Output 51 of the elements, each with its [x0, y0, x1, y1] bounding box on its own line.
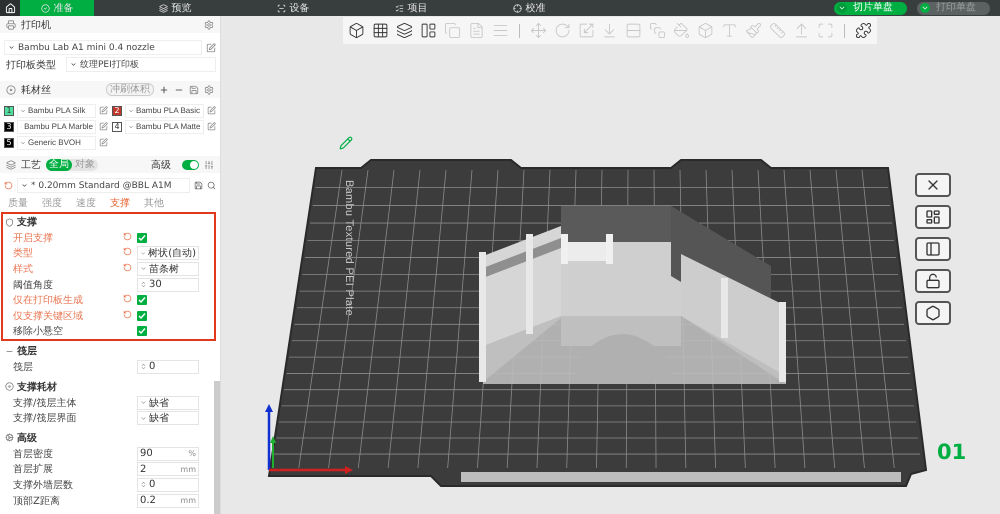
- filament-number: 3: [4, 122, 14, 132]
- input-field[interactable]: 90 %: [137, 446, 199, 461]
- setting-label: 支撑/筏层主体: [13, 396, 78, 410]
- section-title: 高级: [17, 431, 37, 445]
- filament-select[interactable]: Bambu PLA Marble: [17, 120, 96, 134]
- setting-label: 阈值角度: [13, 278, 54, 292]
- filament-select[interactable]: Bambu PLA Basic: [125, 104, 204, 118]
- dropdown[interactable]: 树状(自动): [137, 246, 199, 260]
- dropdown[interactable]: 苗条树: [137, 262, 199, 276]
- section-title: 筏层: [17, 344, 37, 358]
- setting-label: 筏层: [13, 360, 34, 374]
- setting-label: 仅支撑关键区域: [13, 310, 84, 323]
- section-title: 支撑耗材: [17, 380, 57, 394]
- filament-select[interactable]: Bambu PLA Silk: [17, 104, 96, 118]
- filament-number: 2: [112, 106, 122, 116]
- field-label: 打印板类型: [5, 58, 57, 72]
- nav-tab[interactable]: 校准: [492, 0, 566, 16]
- section-title: 工艺: [21, 158, 41, 172]
- number-field[interactable]: 0: [137, 360, 199, 374]
- plate-label: Bambu Textured PEI Plate: [343, 180, 355, 316]
- section-title: 耗材丝: [21, 84, 51, 96]
- setting-label: 类型: [13, 246, 34, 260]
- setting-label: 首层扩展: [13, 462, 54, 476]
- dropdown[interactable]: 缺省: [137, 396, 199, 410]
- nav-tab[interactable]: 项目: [374, 0, 448, 16]
- number-field[interactable]: 30: [137, 278, 199, 292]
- setting-label: 移除小悬空: [13, 324, 64, 338]
- filament-number: 4: [112, 122, 122, 132]
- setting-label: 顶部Z距离: [13, 494, 61, 508]
- setting-label: 首层密度: [13, 448, 54, 461]
- setting-label: 样式: [13, 262, 34, 276]
- filament-select[interactable]: Generic BVOH: [17, 136, 96, 150]
- filament-select[interactable]: Bambu PLA Matte: [125, 120, 204, 134]
- setting-label: 开启支撑: [13, 232, 54, 245]
- section-title: 支撑: [17, 216, 37, 229]
- dropdown[interactable]: 缺省: [137, 411, 199, 426]
- plate-type-select[interactable]: 纹理PEI打印板: [66, 57, 216, 72]
- section-title: 打印机: [21, 18, 51, 32]
- input-field[interactable]: 2 mm: [137, 462, 199, 476]
- setting-label: 支撑外墙层数: [13, 478, 74, 492]
- nav-tab[interactable]: 预览: [138, 0, 212, 16]
- printer-select[interactable]: Bambu Lab A1 mini 0.4 nozzle: [4, 40, 202, 55]
- setting-label: 仅在打印板生成: [13, 294, 84, 308]
- filament-number: 5: [4, 138, 14, 148]
- number-field[interactable]: 0: [137, 478, 199, 492]
- filament-number: 1: [4, 106, 14, 116]
- nav-tab[interactable]: 设备: [256, 0, 330, 16]
- input-field[interactable]: 0.2 mm: [137, 494, 199, 508]
- advanced-label: 高级: [150, 158, 172, 172]
- setting-label: 支撑/筏层界面: [13, 412, 78, 426]
- process-select[interactable]: * 0.20mm Standard @BBL A1M: [17, 178, 190, 193]
